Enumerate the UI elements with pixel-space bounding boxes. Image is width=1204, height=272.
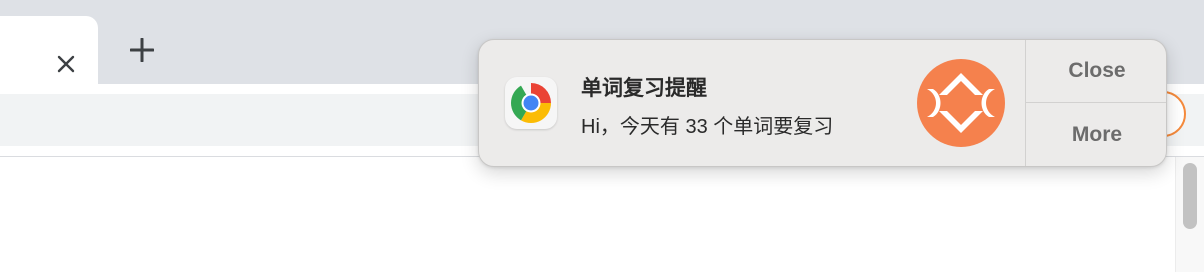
notification-message: Hi，今天有 33 个单词要复习	[581, 116, 834, 138]
new-tab-button[interactable]	[124, 32, 160, 68]
notification-title: 单词复习提醒	[581, 77, 707, 100]
app-logo-icon	[917, 59, 1005, 147]
chrome-icon	[505, 77, 557, 129]
notification-body[interactable]: 单词复习提醒 Hi，今天有 33 个单词要复习	[479, 40, 1025, 166]
browser-tab[interactable]	[0, 16, 98, 84]
more-button[interactable]: More	[1026, 103, 1166, 166]
plus-icon	[130, 38, 154, 62]
system-notification[interactable]: 单词复习提醒 Hi，今天有 33 个单词要复习 Close More	[478, 39, 1167, 167]
scrollbar[interactable]	[1175, 157, 1204, 272]
close-icon[interactable]	[50, 48, 82, 80]
scrollbar-thumb[interactable]	[1183, 163, 1197, 229]
notification-actions: Close More	[1025, 40, 1166, 166]
close-button[interactable]: Close	[1026, 40, 1166, 103]
page-content	[0, 157, 1204, 272]
